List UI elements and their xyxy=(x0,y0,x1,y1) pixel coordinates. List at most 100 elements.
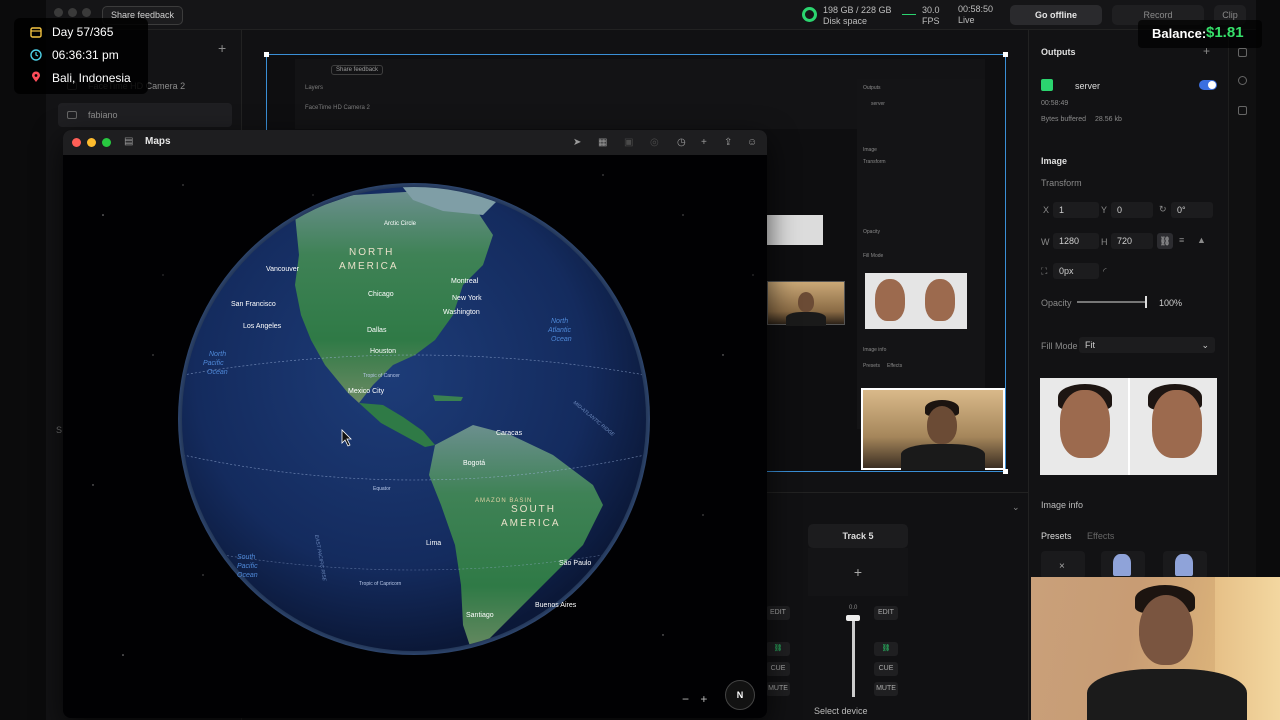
nested-effects: Effects xyxy=(887,363,903,369)
opacity-slider-knob[interactable] xyxy=(1145,296,1147,308)
compass-icon[interactable]: N xyxy=(725,680,755,710)
rotate-icon: ↻ xyxy=(1159,204,1167,214)
close-window-button[interactable] xyxy=(72,138,81,147)
map-mode-icon[interactable]: ▦ xyxy=(598,137,607,148)
link-icon[interactable]: ⛓ xyxy=(766,642,790,656)
layout-icon[interactable] xyxy=(1238,48,1247,57)
go-offline-button[interactable]: Go offline xyxy=(1010,5,1102,25)
location: Bali, Indonesia xyxy=(52,71,131,85)
maps-title: Maps xyxy=(145,136,171,147)
fill-mode-select[interactable]: Fit ⌄ xyxy=(1079,337,1215,353)
height-field[interactable]: 720 xyxy=(1111,233,1153,249)
mute-button[interactable]: MUTE xyxy=(766,682,790,696)
share-icon[interactable]: ⇪ xyxy=(724,137,732,148)
cue-button[interactable]: CUE xyxy=(874,662,898,676)
person-body xyxy=(786,312,826,326)
opacity-slider[interactable] xyxy=(1077,301,1147,303)
balance-value: $1.81 xyxy=(1206,24,1244,41)
corner-radius-icon: ⛶ xyxy=(1041,266,1048,276)
fps-indicator: 30.0 FPS xyxy=(902,4,942,26)
layer-item-fabiano[interactable]: fabiano xyxy=(58,103,232,127)
balance-overlay: Balance: $1.81 xyxy=(1138,20,1262,48)
face xyxy=(925,279,955,321)
nested-transform: Transform xyxy=(863,159,886,165)
webcam-overlay xyxy=(1031,577,1280,720)
resize-handle[interactable] xyxy=(264,52,269,57)
zoom-window-button[interactable] xyxy=(102,138,111,147)
window-minimize-dot[interactable] xyxy=(68,8,77,17)
city-montreal: Montreal xyxy=(451,278,479,285)
zoom-in-button[interactable]: + xyxy=(700,692,707,706)
north-atlantic-2: Atlantic xyxy=(547,327,571,334)
city-vancouver: Vancouver xyxy=(266,266,300,273)
3d-icon[interactable]: ▣ xyxy=(624,137,633,148)
north-pacific-3: Ocean xyxy=(207,369,228,376)
day-counter: Day 57/365 xyxy=(52,25,114,39)
city-buenos-aires: Buenos Aires xyxy=(535,602,577,609)
city-san-francisco: San Francisco xyxy=(231,301,276,308)
broadcast-icon[interactable] xyxy=(1238,106,1247,115)
sidebar-toggle-icon[interactable]: ▤ xyxy=(124,136,133,147)
preset-none[interactable]: × xyxy=(1041,551,1085,579)
window-zoom-dot[interactable] xyxy=(82,8,91,17)
rotation-field[interactable]: 0° xyxy=(1171,202,1213,218)
equator-label: Equator xyxy=(373,486,391,492)
resize-handle[interactable] xyxy=(1003,52,1008,57)
nested-server: server xyxy=(871,101,885,107)
chevron-down-icon: ⌄ xyxy=(1201,340,1209,350)
clock-icon[interactable]: ◷ xyxy=(677,137,686,148)
city-bogota: Bogotá xyxy=(463,460,485,467)
local-time: 06:36:31 pm xyxy=(52,48,119,62)
select-device-dropdown[interactable]: Select device xyxy=(814,706,868,716)
navigate-icon[interactable]: ➤ xyxy=(573,137,581,148)
nested-info: Image info xyxy=(863,347,887,353)
layer-label: fabiano xyxy=(88,110,118,120)
align-icon[interactable]: ≡ xyxy=(1179,235,1184,245)
volume-fader-track[interactable] xyxy=(852,615,855,697)
person xyxy=(798,292,814,312)
zoom-out-button[interactable]: − xyxy=(682,692,689,706)
opacity-label: Opacity xyxy=(1041,298,1072,308)
edit-button[interactable]: EDIT xyxy=(766,606,790,620)
look-around-icon[interactable]: ◎ xyxy=(650,137,659,148)
tab-effects[interactable]: Effects xyxy=(1087,531,1114,541)
face xyxy=(1152,390,1202,458)
link-icon[interactable]: ⛓ xyxy=(1157,233,1173,249)
chevron-down-icon[interactable]: ⌄ xyxy=(1012,502,1020,513)
north-pacific-2: Pacific xyxy=(203,360,224,367)
cue-button[interactable]: CUE xyxy=(766,662,790,676)
mute-button[interactable]: MUTE xyxy=(874,682,898,696)
nested-camera-feed-small xyxy=(767,281,845,326)
corner-curve-icon: ◜ xyxy=(1103,266,1107,276)
width-field[interactable]: 1280 xyxy=(1053,233,1099,249)
x-field[interactable]: 1 xyxy=(1053,202,1099,218)
add-layer-icon[interactable]: + xyxy=(218,40,226,56)
edit-button[interactable]: EDIT xyxy=(874,606,898,620)
image-info-toggle[interactable]: Image info xyxy=(1041,500,1083,510)
account-icon[interactable]: ☺ xyxy=(747,137,757,148)
north-america-line1: NORTH xyxy=(349,247,394,258)
bytes-value: 28.56 kb xyxy=(1095,116,1122,123)
south-america-line1: SOUTH xyxy=(511,504,556,515)
track-5-header[interactable]: Track 5 xyxy=(808,524,908,548)
volume-fader-knob[interactable] xyxy=(846,615,860,621)
disk-space-indicator: 198 GB / 228 GB Disk space xyxy=(802,4,900,26)
radius-field[interactable]: 0px xyxy=(1053,263,1099,279)
globe-map[interactable]: Arctic Circle NORTH AMERICA Vancouver Mo… xyxy=(63,155,767,718)
add-icon[interactable]: + xyxy=(701,137,707,148)
align-bottom-icon[interactable]: ▲ xyxy=(1197,235,1206,245)
balance-label: Balance: xyxy=(1152,26,1207,41)
add-track-button[interactable]: + xyxy=(808,548,908,596)
tab-presets[interactable]: Presets xyxy=(1041,531,1072,541)
link-icon[interactable]: ⛓ xyxy=(874,642,898,656)
image-title: Image xyxy=(1041,156,1068,166)
chat-icon[interactable] xyxy=(1238,76,1247,85)
person xyxy=(927,406,957,444)
y-field[interactable]: 0 xyxy=(1111,202,1153,218)
window-close-dot[interactable] xyxy=(54,8,63,17)
server-toggle[interactable] xyxy=(1199,80,1217,90)
minimize-window-button[interactable] xyxy=(87,138,96,147)
nested-image-thumbnail-small xyxy=(767,215,823,245)
nested-image-thumbnail xyxy=(865,273,967,329)
zoom-control[interactable]: − + xyxy=(682,692,716,706)
